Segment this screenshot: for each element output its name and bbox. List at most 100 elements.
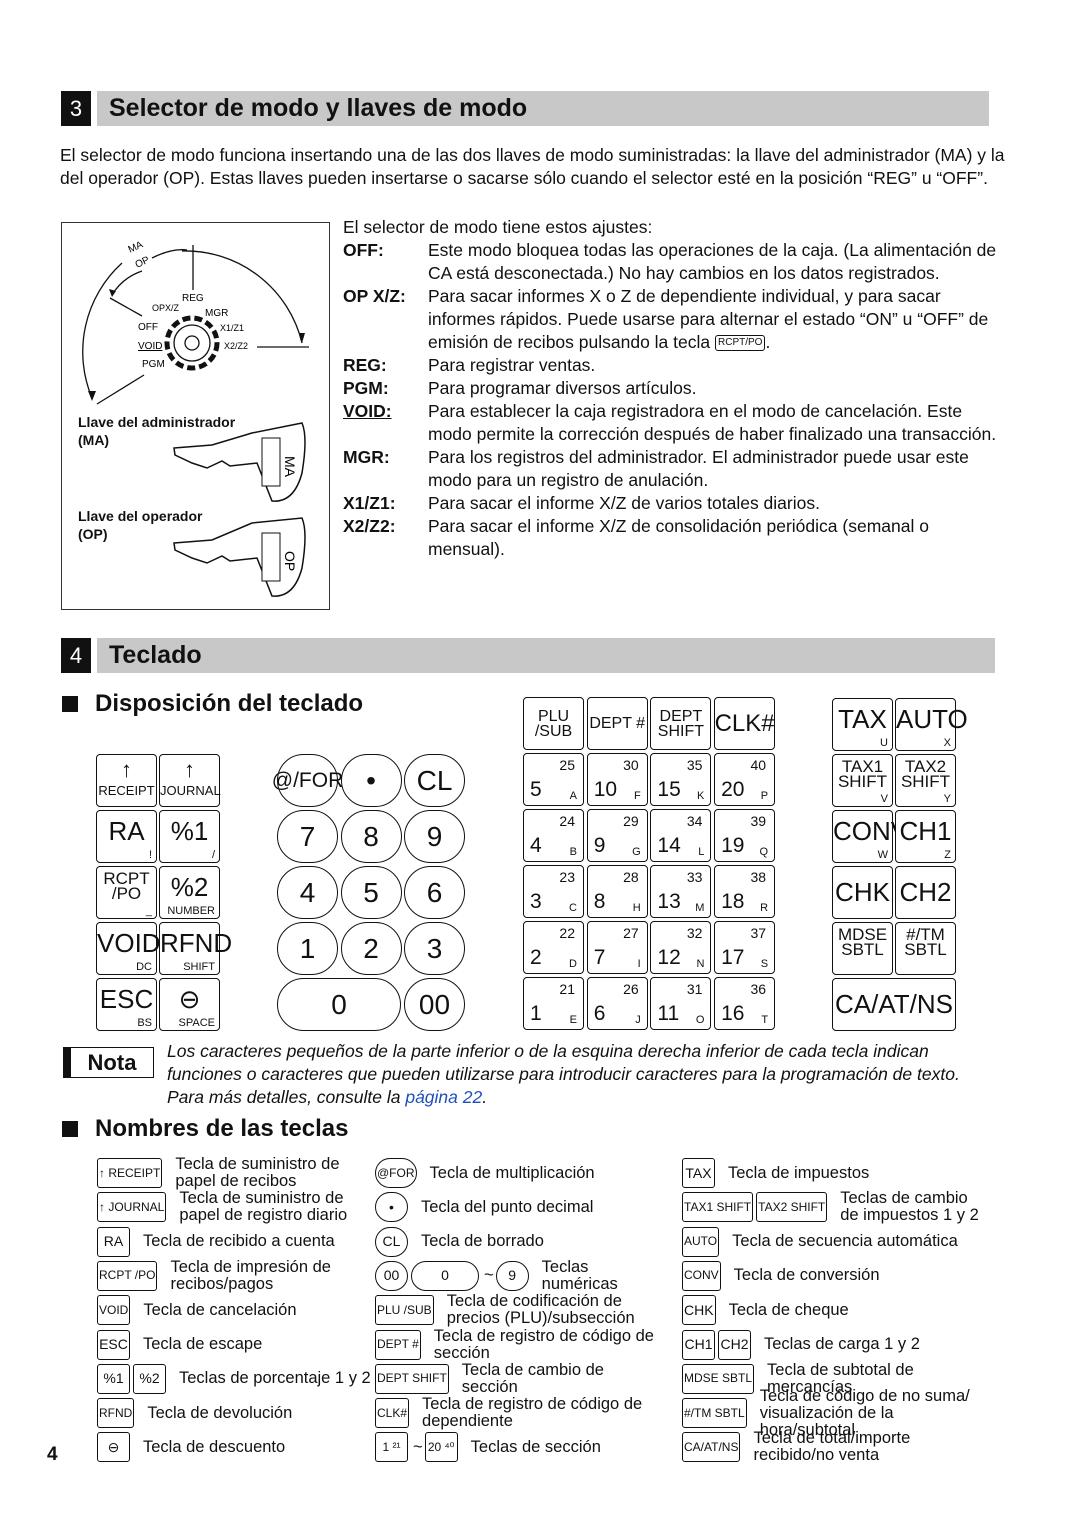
key-label: %1: [170, 816, 209, 846]
numeric-key[interactable]: 8: [340, 810, 402, 863]
numeric-key[interactable]: 0: [277, 978, 401, 1031]
numeric-key[interactable]: 6: [404, 866, 465, 919]
dept-upper-number: 30: [623, 757, 639, 773]
pos-reg: REG: [182, 293, 204, 304]
function-key[interactable]: RFND SHIFT: [159, 922, 232, 975]
department-key[interactable]: 10 30 F: [586, 753, 648, 806]
page-link[interactable]: página 22: [405, 1087, 482, 1107]
dept-number: 14: [657, 834, 681, 857]
right-function-key[interactable]: TAX1 SHIFT V: [832, 754, 893, 807]
numeric-key[interactable]: 3: [404, 922, 465, 975]
department-key[interactable]: 4 24 B: [523, 809, 584, 862]
dept-function-key[interactable]: DEPT SHIFT: [650, 697, 712, 750]
key-name-row: CA/AT/NS Tecla de total/importe recibido/…: [682, 1430, 982, 1464]
right-function-key[interactable]: CH1 Z: [895, 810, 956, 863]
dept-character: S: [760, 958, 769, 970]
department-key[interactable]: 15 35 K: [650, 753, 712, 806]
right-function-key[interactable]: #/TM SBTL: [895, 922, 956, 975]
mode-row: MGR: Para los registros del administrador…: [343, 446, 1003, 492]
key-label: CH1: [899, 816, 952, 846]
svg-text:OP: OP: [282, 551, 298, 571]
department-key[interactable]: 19 39 Q: [714, 809, 776, 862]
dept-character: L: [698, 846, 705, 858]
department-key[interactable]: 2 22 D: [523, 921, 584, 974]
right-function-key[interactable]: TAX2 SHIFT Y: [895, 754, 956, 807]
right-function-key[interactable]: CHK: [832, 866, 893, 919]
key-name-row: %1 %2 Teclas de porcentaje 1 y 2: [97, 1362, 377, 1396]
key-name-text: Tecla de devolución: [147, 1403, 293, 1422]
right-function-key[interactable]: CA/AT/NS: [832, 978, 956, 1031]
department-key[interactable]: 6 26 J: [586, 977, 648, 1030]
department-key[interactable]: 12 32 N: [650, 921, 712, 974]
key-name-row: ESC Tecla de escape: [97, 1328, 377, 1362]
rcpt-po-key-icon: RCPT/PO: [715, 335, 766, 352]
right-function-key[interactable]: TAX U: [832, 698, 893, 751]
department-key[interactable]: 14 34 L: [650, 809, 712, 862]
key-label: PLU /SUB: [534, 707, 573, 740]
department-key[interactable]: 5 25 A: [523, 753, 584, 806]
right-function-key[interactable]: CONV W: [832, 810, 908, 863]
key-label: CHK: [835, 877, 890, 907]
function-key[interactable]: ↑ RECEIPT: [96, 754, 157, 807]
key-label: CH2: [899, 877, 952, 907]
key-icon: PLU /SUB: [375, 1295, 434, 1326]
department-key[interactable]: 7 27 I: [586, 921, 648, 974]
mode-description: Este modo bloquea todas las operaciones …: [428, 239, 1003, 285]
dept-upper-number: 34: [686, 813, 703, 829]
dept-upper-number: 38: [750, 869, 767, 885]
key-sublabel: /: [211, 849, 215, 861]
key-name-row: ⊖ Tecla de descuento: [97, 1430, 377, 1464]
function-key[interactable]: RCPT /PO _: [96, 866, 157, 919]
function-key[interactable]: RA!: [96, 810, 157, 863]
department-key[interactable]: 3 23 C: [523, 865, 584, 918]
numeric-key[interactable]: @/FOR: [272, 754, 343, 807]
function-key[interactable]: ESC BS: [96, 978, 157, 1031]
numeric-key[interactable]: 7: [277, 810, 338, 863]
note-label: Nota: [63, 1047, 154, 1078]
op-key-abbr: (OP): [78, 526, 108, 542]
dept-function-key[interactable]: CLK#: [714, 697, 776, 750]
department-key[interactable]: 13 33 M: [650, 865, 712, 918]
department-key[interactable]: 11 31 O: [650, 977, 712, 1030]
dept-character: D: [569, 958, 577, 970]
dept-upper-number: 24: [559, 813, 575, 829]
mode-row: X1/Z1: Para sacar el informe X/Z de vario…: [343, 492, 1003, 515]
right-function-key[interactable]: CH2: [895, 866, 956, 919]
numeric-key[interactable]: 5: [340, 866, 402, 919]
department-key[interactable]: 20 40 P: [714, 753, 776, 806]
key-name-text: Tecla de cambio de sección: [461, 1360, 604, 1396]
department-key[interactable]: 8 28 H: [586, 865, 648, 918]
department-key[interactable]: 1 21 E: [523, 977, 584, 1030]
mode-label: X1/Z1:: [343, 493, 396, 513]
numeric-key[interactable]: 2: [340, 922, 402, 975]
right-function-key[interactable]: AUTO X: [895, 698, 968, 751]
key-name-text: Tecla de borrado: [421, 1232, 544, 1251]
mode-label: OFF:: [343, 240, 384, 260]
numeric-key[interactable]: •: [340, 754, 402, 807]
mode-text: Para registrar ventas.: [428, 355, 596, 375]
numeric-key[interactable]: 1: [277, 922, 338, 975]
function-key[interactable]: ⊖ SPACE: [159, 978, 220, 1031]
numeric-key[interactable]: CL: [404, 754, 465, 807]
numeric-key[interactable]: 9: [404, 810, 465, 863]
mode-row: VOID: Para establecer la caja registrador…: [343, 400, 1003, 446]
dept-function-key[interactable]: DEPT #: [586, 697, 648, 750]
function-key[interactable]: VOID DC: [96, 922, 161, 975]
right-function-key[interactable]: MDSE SBTL: [832, 922, 893, 975]
department-key[interactable]: 18 38 R: [714, 865, 776, 918]
department-key[interactable]: 17 37 S: [714, 921, 776, 974]
numeric-key[interactable]: 4: [277, 866, 338, 919]
department-key[interactable]: 9 29 G: [586, 809, 648, 862]
mode-label: PGM:: [343, 378, 389, 398]
function-key[interactable]: %1/: [159, 810, 220, 863]
dept-upper-number: 29: [623, 813, 639, 829]
pos-off: OFF: [138, 322, 158, 333]
dept-character: G: [632, 846, 641, 858]
numeric-key[interactable]: 00: [404, 978, 465, 1031]
department-key[interactable]: 16 36 T: [714, 977, 776, 1030]
function-key[interactable]: ↑ JOURNAL: [159, 754, 221, 807]
dept-number: 3: [530, 890, 542, 913]
dept-function-key[interactable]: PLU /SUB: [523, 697, 584, 750]
dept-upper-number: 32: [686, 925, 703, 941]
function-key[interactable]: %2 NUMBER: [159, 866, 220, 919]
